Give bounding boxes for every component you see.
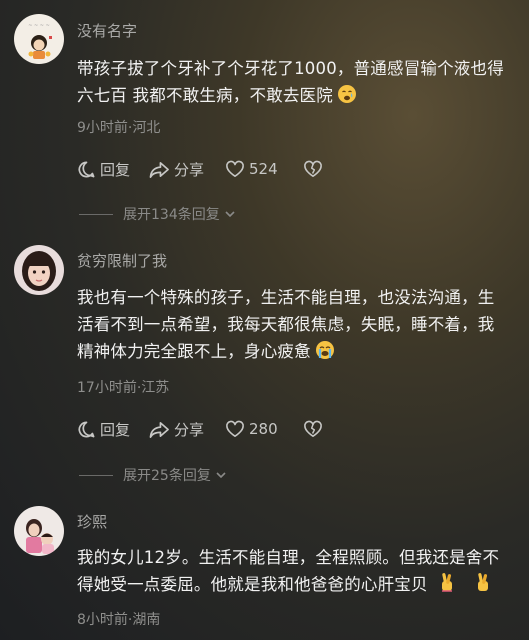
share-button[interactable]: 分享	[149, 159, 225, 180]
loudly-crying-face-emoji-icon	[315, 340, 335, 368]
crying-face-emoji-icon	[337, 84, 357, 112]
avatar-image	[14, 506, 64, 556]
expand-replies-label: 展开25条回复	[123, 468, 211, 484]
like-button[interactable]: 280	[225, 420, 303, 438]
broken-heart-icon	[304, 420, 322, 438]
comment-text: 我的女儿12岁。生活不能自理，全程照顾。但我还是舍不 得她受一点委屈。他就是我和…	[77, 544, 522, 601]
like-button[interactable]: 524	[225, 160, 303, 178]
dislike-button[interactable]	[303, 420, 323, 438]
reply-button[interactable]: 回复	[77, 159, 149, 180]
comment-text: 带孩子拔了个牙补了个牙花了1000，普通感冒输个液也得 六七百 我都不敢生病，不…	[77, 55, 522, 112]
share-icon	[149, 161, 169, 178]
comment-meta: 8小时前·湖南	[77, 612, 161, 628]
expand-replies-button[interactable]: 展开25条回复	[77, 465, 228, 485]
comment-text-line: 得她受一点委屈。他就是我和他爸爸的心肝宝贝	[77, 571, 522, 601]
fingers-crossed-emoji-icon	[474, 571, 492, 601]
reply-label: 回复	[100, 420, 131, 439]
divider	[79, 213, 113, 215]
avatar[interactable]	[14, 245, 64, 295]
comment-text-line: 精神体力完全跟不上，身心疲惫	[77, 338, 522, 368]
comment-meta: 9小时前·河北	[77, 120, 161, 136]
comment-text-line: 我也有一个特殊的孩子，生活不能自理，也没法沟通，生	[77, 288, 495, 307]
share-button[interactable]: 分享	[149, 419, 225, 440]
comment-text: 我也有一个特殊的孩子，生活不能自理，也没法沟通，生 活看不到一点希望，我每天都很…	[77, 284, 522, 368]
svg-text:~ ~ ~ ~: ~ ~ ~ ~	[28, 23, 50, 29]
comment-text-segment: 精神体力完全跟不上，身心疲惫	[77, 342, 311, 361]
reply-icon	[78, 421, 95, 437]
divider	[79, 474, 113, 476]
share-label: 分享	[174, 160, 205, 179]
username[interactable]: 没有名字	[77, 20, 137, 41]
avatar-image: ~ ~ ~ ~	[14, 14, 64, 64]
reply-icon	[78, 161, 95, 177]
comment-text-line: 我的女儿12岁。生活不能自理，全程照顾。但我还是舍不	[77, 548, 500, 567]
comment-meta: 17小时前·江苏	[77, 380, 170, 396]
expand-replies-label: 展开134条回复	[123, 207, 220, 223]
reply-button[interactable]: 回复	[77, 419, 149, 440]
avatar[interactable]: ~ ~ ~ ~	[14, 14, 64, 64]
chevron-down-icon	[216, 472, 226, 479]
comment-text-line: 六七百 我都不敢生病，不敢去医院	[77, 82, 522, 112]
comment-actions: 回复 分享 524	[77, 157, 323, 181]
comment-text-segment: 六七百 我都不敢生病，不敢去医院	[77, 86, 333, 105]
comment-text-line: 带孩子拔了个牙补了个牙花了1000，普通感冒输个液也得	[77, 59, 504, 78]
username[interactable]: 珍熙	[77, 511, 107, 532]
share-icon	[149, 421, 169, 438]
comment-text-line: 活看不到一点希望，我每天都很焦虑，失眠，睡不着，我	[77, 315, 495, 334]
broken-heart-icon	[304, 160, 322, 178]
username[interactable]: 贫穷限制了我	[77, 250, 167, 271]
share-label: 分享	[174, 420, 205, 439]
like-count: 524	[249, 160, 278, 178]
comment-text-segment: 得她受一点委屈。他就是我和他爸爸的心肝宝贝	[77, 575, 428, 594]
heart-icon	[226, 160, 244, 178]
reply-label: 回复	[100, 160, 131, 179]
chevron-down-icon	[225, 211, 235, 218]
dislike-button[interactable]	[303, 160, 323, 178]
like-count: 280	[249, 420, 278, 438]
comment-actions: 回复 分享 280	[77, 417, 323, 441]
avatar-image	[14, 245, 64, 295]
fingers-crossed-emoji-icon	[438, 571, 456, 601]
heart-icon	[226, 420, 244, 438]
expand-replies-button[interactable]: 展开134条回复	[77, 204, 237, 224]
avatar[interactable]	[14, 506, 64, 556]
